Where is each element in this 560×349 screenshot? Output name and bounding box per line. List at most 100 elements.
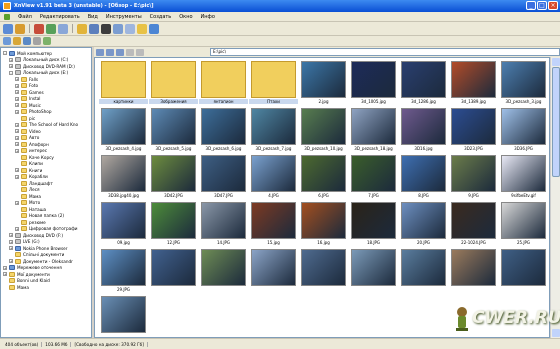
expand-icon[interactable]: + (9, 64, 13, 68)
tree-node[interactable]: Каче Корсу (15, 154, 54, 160)
image-thumbnail[interactable]: 09.jpg (99, 202, 148, 248)
tree-node[interactable]: + Локальный диск (C:) (9, 57, 68, 63)
image-thumbnail[interactable] (399, 249, 448, 295)
folder-thumbnail[interactable]: картинки (99, 61, 148, 107)
expand-icon[interactable]: + (3, 265, 7, 270)
image-thumbnail[interactable]: 29.JPG (99, 249, 148, 295)
folder-thumbnail[interactable]: Зображения (149, 61, 198, 107)
tree-node[interactable]: + Video (15, 128, 41, 134)
maximize-button[interactable]: □ (537, 1, 547, 10)
tree-node[interactable]: - Локальный диск (E:) (9, 70, 68, 76)
close-button[interactable]: × (548, 1, 558, 10)
tree-node[interactable]: резюме (15, 219, 46, 225)
print-icon[interactable] (58, 23, 68, 34)
tree-node[interactable]: Мама (15, 193, 41, 199)
image-thumbnail[interactable]: 3D16.jpg (399, 108, 448, 154)
expand-icon[interactable]: + (9, 246, 13, 250)
image-thumbnail[interactable] (299, 249, 348, 295)
vertical-scrollbar[interactable] (550, 57, 560, 338)
menu-item[interactable]: Инструменты (106, 14, 142, 20)
refresh-icon[interactable] (34, 23, 44, 34)
image-thumbnail[interactable]: 8.JPG (399, 155, 448, 201)
forward-icon[interactable] (106, 48, 114, 56)
image-thumbnail[interactable]: 3D42.JPG (149, 155, 198, 201)
expand-icon[interactable]: + (15, 148, 19, 153)
image-thumbnail[interactable]: 3D47.JPG (199, 155, 248, 201)
acquire-icon[interactable] (46, 23, 56, 34)
image-thumbnail[interactable]: 3d_1389.jpg (449, 61, 498, 107)
image-thumbnail[interactable]: 9.JPG (449, 155, 498, 201)
tree-node[interactable]: - Мой компьютер (3, 50, 52, 56)
thumbnail-view[interactable]: картинки Зображения янтапион Птахи 2.jpg 3d_1… (94, 57, 550, 338)
scrollbar-thumb[interactable] (552, 67, 560, 177)
image-thumbnail[interactable] (199, 249, 248, 295)
image-thumbnail[interactable]: 15.jpg (249, 202, 298, 248)
tree-node[interactable]: + Апофорн (15, 141, 49, 147)
folder-thumbnail[interactable]: янтапион (199, 61, 248, 107)
image-thumbnail[interactable]: 3D_pezsash_4.jpg (99, 108, 148, 154)
tree-node[interactable]: + Цифровая фотографи (15, 226, 78, 232)
sort-icon[interactable] (33, 37, 41, 45)
tree-node[interactable]: + LVE (G:) (9, 239, 40, 245)
image-thumbnail[interactable]: 25.JPG (499, 202, 548, 248)
tree-node[interactable]: Наташа (15, 206, 46, 212)
menu-item[interactable]: Вид (88, 14, 98, 20)
collapse-icon[interactable]: - (9, 70, 13, 75)
tree-node[interactable]: + Дисковод DVD-RAM (D:) (9, 63, 75, 69)
expand-icon[interactable]: + (15, 103, 19, 107)
tree-node[interactable]: + Instal (15, 96, 40, 102)
tree-node[interactable]: Ландшафт (15, 180, 53, 186)
tree-node[interactable]: + Документи - Oleksandr (9, 258, 73, 264)
image-thumbnail[interactable]: 2.jpg (299, 61, 348, 107)
menu-item[interactable]: Файл (18, 14, 32, 20)
tree-node[interactable]: Спільні документи (9, 252, 64, 258)
image-thumbnail[interactable] (99, 296, 148, 337)
tree-node[interactable]: + Мої документи (3, 271, 50, 277)
image-thumbnail[interactable] (149, 249, 198, 295)
expand-icon[interactable]: + (9, 259, 13, 263)
slideshow-icon[interactable] (89, 23, 99, 34)
image-thumbnail[interactable]: 14.JPG (199, 202, 248, 248)
tree-node[interactable]: + Корабли (15, 174, 48, 180)
tree-node[interactable]: + Дисковод DVD (F:) (9, 232, 63, 238)
tree-node[interactable]: Bonni und Klaid (3, 278, 50, 284)
image-thumbnail[interactable]: 3D_pezsash_18.jpg (349, 108, 398, 154)
view-icon[interactable] (136, 48, 144, 56)
menu-item[interactable]: Окно (179, 14, 192, 20)
expand-icon[interactable]: + (15, 174, 19, 179)
expand-icon[interactable]: + (15, 83, 19, 88)
expand-icon[interactable]: + (9, 233, 13, 237)
back-icon[interactable] (96, 48, 104, 56)
folder-tree[interactable]: - Мой компьютер + Локальный диск (C:) + Диско… (0, 47, 92, 338)
minimize-button[interactable]: _ (526, 1, 536, 10)
image-thumbnail[interactable]: 22-1024.JPG (449, 202, 498, 248)
thumbnail-size-icon[interactable] (126, 48, 134, 56)
image-thumbnail[interactable]: 3D_pezsash_5.jpg (149, 108, 198, 154)
image-thumbnail[interactable]: 4.JPG (249, 155, 298, 201)
tree-node[interactable]: + Games (15, 89, 44, 95)
image-thumbnail[interactable]: 16.jpg (299, 202, 348, 248)
expand-icon[interactable]: + (15, 142, 19, 146)
image-thumbnail[interactable]: 3D38.jpg40.jpg (99, 155, 148, 201)
expand-icon[interactable]: + (15, 96, 19, 101)
menu-item[interactable]: Редактировать (40, 14, 80, 20)
fullscreen-icon[interactable] (77, 23, 87, 34)
tree-node[interactable]: Мама (3, 284, 29, 290)
tree-node[interactable]: Новая папка (2) (15, 213, 64, 219)
tree-node[interactable]: + Foto (15, 83, 38, 89)
image-thumbnail[interactable]: 3d_1005.jpg (349, 61, 398, 107)
image-thumbnail[interactable]: 20.JPG (399, 202, 448, 248)
image-thumbnail[interactable] (449, 249, 498, 295)
tree-node[interactable]: + Falls (15, 76, 38, 82)
address-field[interactable]: E:\pic\ (210, 48, 560, 56)
image-thumbnail[interactable]: 3D_pezsash_3.jpg (499, 61, 548, 107)
favorites-icon[interactable] (137, 23, 147, 34)
tree-node[interactable]: + Книги (15, 167, 42, 173)
tree-node[interactable]: + PhotoShop (15, 109, 51, 115)
image-thumbnail[interactable]: 7.JPG (349, 155, 398, 201)
new-folder-icon[interactable] (13, 37, 21, 45)
image-thumbnail[interactable]: 3D_pezsash_6.jpg (199, 108, 248, 154)
tree-node[interactable]: + Мото (15, 200, 40, 206)
image-thumbnail[interactable]: 9sifbeEtv.gif (499, 155, 548, 201)
convert-icon[interactable] (113, 23, 123, 34)
